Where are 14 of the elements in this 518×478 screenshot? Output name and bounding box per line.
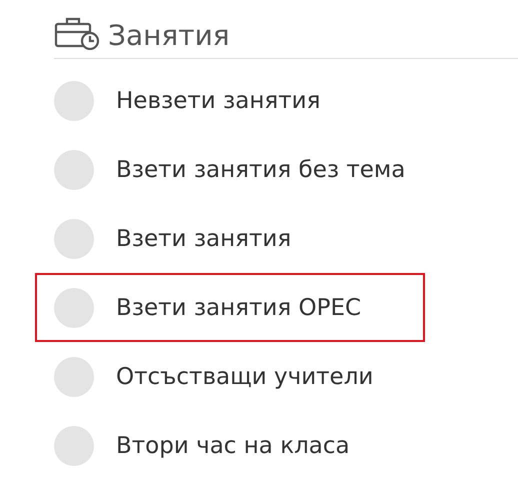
radio-circle[interactable]: [54, 426, 94, 466]
section-title: Занятия: [108, 18, 230, 52]
menu-item[interactable]: Отсъстващи учители: [116, 364, 374, 390]
radio-circle[interactable]: [54, 80, 94, 120]
radio-circle[interactable]: [54, 288, 94, 328]
radio-circle[interactable]: [54, 356, 94, 396]
briefcase-clock-icon: [54, 16, 100, 50]
menu-item[interactable]: Втори час на класа: [116, 432, 350, 458]
radio-circle[interactable]: [54, 218, 94, 258]
radio-circle[interactable]: [54, 150, 94, 190]
menu-item[interactable]: Невзети занятия: [116, 88, 320, 114]
menu-item[interactable]: Взети занятия ОРЕС: [116, 294, 362, 320]
menu-item[interactable]: Взети занятия: [116, 226, 292, 252]
menu-item[interactable]: Взети занятия без тема: [116, 156, 406, 182]
